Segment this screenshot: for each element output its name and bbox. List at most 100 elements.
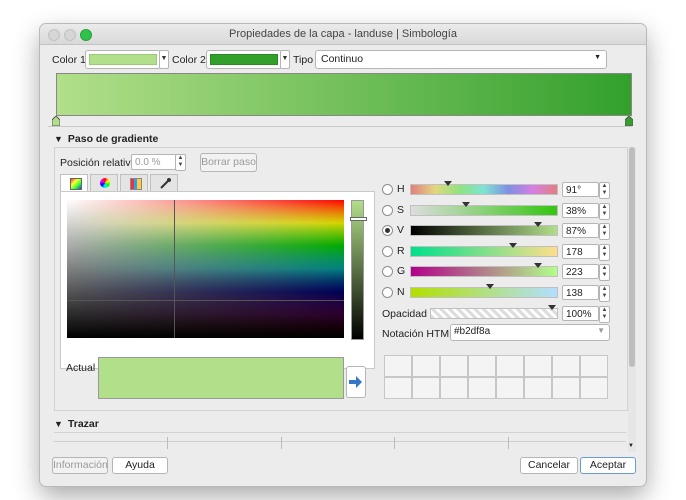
value-strip[interactable] (350, 200, 367, 340)
color2-dropdown-arrow-icon[interactable]: ▼ (280, 50, 290, 69)
channel-slider-v[interactable] (410, 222, 558, 236)
channel-radio-s[interactable] (382, 204, 393, 216)
color-swatch-slot[interactable] (580, 355, 608, 377)
help-button[interactable]: Ayuda (112, 457, 168, 474)
type-select-value: Continuo (321, 53, 364, 65)
color1-label: Color 1 (52, 54, 86, 66)
apply-color-button[interactable] (346, 366, 366, 398)
opacity-slider[interactable] (430, 305, 558, 319)
cancel-button[interactable]: Cancelar (520, 457, 578, 474)
tab-color-picker[interactable] (150, 174, 178, 191)
channel-row-n: N 138 ▲ ▼ (382, 283, 612, 302)
accept-button[interactable]: Aceptar (580, 457, 636, 474)
opacity-slider-thumb[interactable] (548, 305, 556, 310)
color-swatch-slot[interactable] (496, 355, 524, 377)
scrollbar-thumb[interactable] (629, 147, 635, 367)
relative-position-input[interactable]: 0.0 % ▲ ▼ (131, 154, 186, 171)
delete-step-button[interactable]: Borrar paso (200, 153, 257, 172)
color1-swatch (89, 54, 157, 65)
info-button[interactable]: Información (52, 457, 108, 474)
gradient-step-header[interactable]: ▼ Paso de gradiente (54, 133, 158, 145)
color-swatch-slot[interactable] (552, 355, 580, 377)
type-select[interactable]: Continuo ▼ (315, 50, 607, 69)
color-swatch-slot[interactable] (412, 377, 440, 399)
gradient-preview[interactable] (56, 73, 632, 116)
channel-slider-thumb[interactable] (509, 242, 518, 248)
stroke-ruler (54, 441, 626, 442)
color-swatch-slot[interactable] (496, 377, 524, 399)
tab-color-ramp[interactable] (60, 174, 88, 191)
channel-radio-v[interactable] (382, 225, 393, 236)
gradient-stop-end[interactable] (624, 115, 634, 127)
stroke-header[interactable]: ▼ Trazar (54, 418, 99, 430)
stepper-icon[interactable]: ▲ ▼ (599, 182, 610, 199)
channel-radio-h[interactable] (382, 184, 393, 195)
channel-slider-n[interactable] (410, 283, 558, 298)
color-swatch-slot[interactable] (580, 377, 608, 399)
chevron-down-icon: ▼ (594, 54, 601, 61)
channel-input-h[interactable]: 91° ▲ ▼ (562, 182, 610, 199)
stepper-icon[interactable]: ▲ ▼ (599, 202, 610, 220)
color-swatch-slot[interactable] (524, 355, 552, 377)
color1-button[interactable] (85, 50, 161, 69)
channel-slider-thumb[interactable] (534, 263, 543, 268)
channel-value: 138 (566, 287, 583, 299)
channel-slider-s[interactable] (410, 201, 558, 216)
color-swatch-slot[interactable] (552, 377, 580, 399)
stepper-icon[interactable]: ▲ ▼ (599, 306, 610, 323)
color-area[interactable] (67, 200, 344, 338)
channel-slider-h[interactable] (410, 181, 558, 195)
channel-slider-thumb[interactable] (485, 283, 494, 289)
color-swatch-slot[interactable] (384, 355, 412, 377)
channel-input-g[interactable]: 223 ▲ ▼ (562, 264, 610, 281)
channel-input-v[interactable]: 87% ▲ ▼ (562, 223, 610, 240)
color-swatch-slot[interactable] (524, 377, 552, 399)
channel-radio-r[interactable] (382, 245, 393, 257)
stroke-panel (54, 432, 626, 455)
channel-input-n[interactable]: 138 ▲ ▼ (562, 284, 610, 302)
color-swatch-slot[interactable] (412, 355, 440, 377)
opacity-input[interactable]: 100% ▲ ▼ (562, 306, 610, 323)
channel-slider-thumb[interactable] (534, 222, 543, 227)
color-swatch-slot[interactable] (440, 377, 468, 399)
channel-label-s: S (397, 203, 405, 216)
opacity-label: Opacidad (382, 308, 427, 320)
scroll-down-icon[interactable]: ▼ (628, 443, 634, 449)
chevron-down-icon: ▼ (597, 326, 605, 335)
properties-dialog: Propiedades de la capa - landuse | Simbo… (40, 24, 646, 486)
channel-slider-thumb[interactable] (443, 181, 452, 186)
channel-input-s[interactable]: 38% ▲ ▼ (562, 202, 610, 220)
channel-label-r: R (397, 244, 405, 257)
channel-value: 223 (566, 267, 583, 278)
channel-label-h: H (397, 183, 405, 195)
gradient-stop-start[interactable] (51, 115, 61, 127)
value-strip-handle[interactable] (350, 217, 367, 221)
color-swatch-slot[interactable] (440, 355, 468, 377)
scrollbar[interactable]: ▼ (628, 147, 636, 452)
color1-dropdown-arrow-icon[interactable]: ▼ (159, 50, 169, 69)
window-title: Propiedades de la capa - landuse | Simbo… (229, 28, 457, 40)
channel-slider-g[interactable] (410, 263, 558, 277)
channel-value: 178 (566, 246, 583, 258)
channel-slider-r[interactable] (410, 242, 558, 257)
color2-button[interactable] (206, 50, 282, 69)
channel-radio-n[interactable] (382, 286, 393, 298)
stepper-icon[interactable]: ▲ ▼ (175, 154, 186, 171)
tab-color-swatches[interactable] (120, 174, 148, 191)
html-notation-input[interactable]: #b2df8a ▼ (450, 324, 610, 341)
type-label: Tipo (293, 54, 314, 66)
stepper-icon[interactable]: ▲ ▼ (599, 223, 610, 240)
tab-color-wheel[interactable] (90, 174, 118, 191)
opacity-value: 100% (566, 309, 592, 320)
color-swatch-slot[interactable] (468, 355, 496, 377)
stepper-icon[interactable]: ▲ ▼ (599, 284, 610, 302)
stepper-icon[interactable]: ▲ ▼ (599, 264, 610, 281)
channel-slider-thumb[interactable] (462, 201, 471, 207)
channel-radio-g[interactable] (382, 266, 393, 277)
color-swatch-slot[interactable] (468, 377, 496, 399)
relative-position-placeholder: 0.0 % (135, 157, 161, 168)
stepper-icon[interactable]: ▲ ▼ (599, 243, 610, 261)
channel-input-r[interactable]: 178 ▲ ▼ (562, 243, 610, 261)
color-swatches-icon (130, 178, 142, 190)
color-swatch-slot[interactable] (384, 377, 412, 399)
